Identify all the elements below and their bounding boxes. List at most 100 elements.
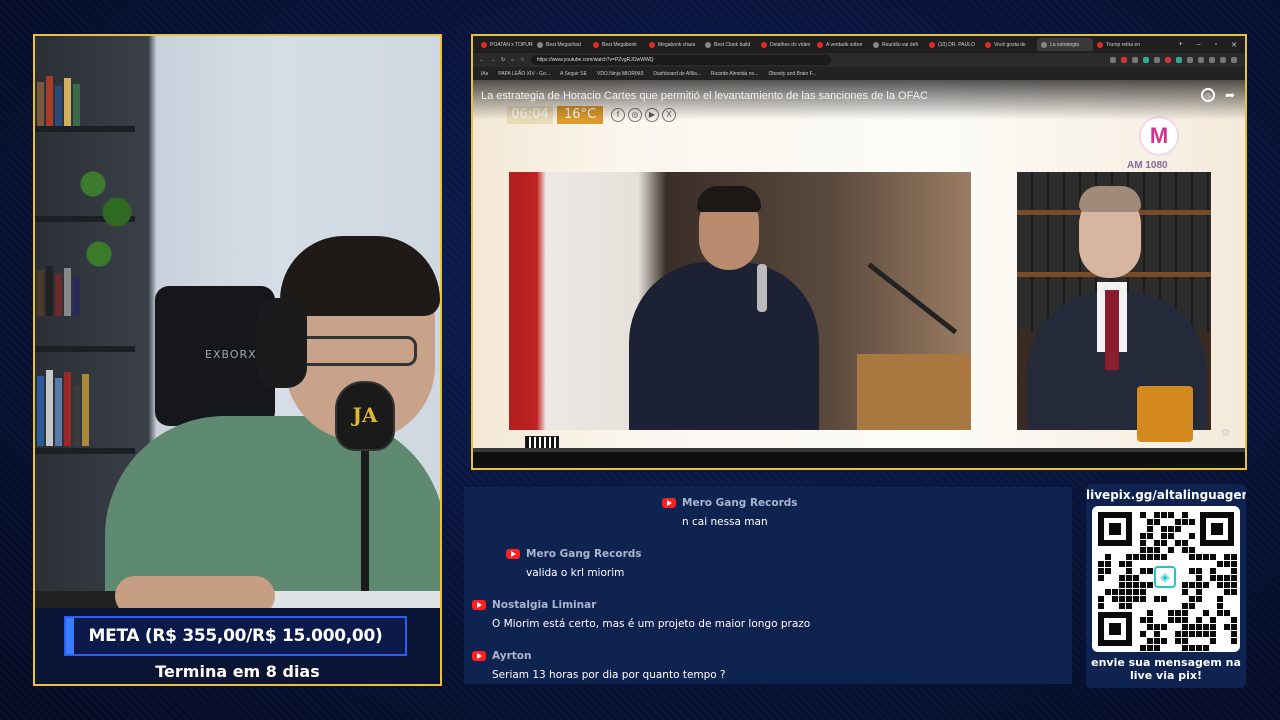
browser-tab[interactable]: Best Megabonk (589, 38, 645, 51)
qr-module (1231, 575, 1237, 581)
tab-favicon-icon (985, 41, 991, 48)
qr-finder (1200, 512, 1234, 546)
bookmark-item[interactable]: A Seguir SE (560, 71, 587, 77)
qr-module (1140, 554, 1146, 560)
video-player[interactable]: 06:04 16°C f◎▶X M AM 1080 La estrategia … (473, 80, 1245, 452)
streamer-hair (280, 236, 440, 316)
browser-tab[interactable]: La estrategia (1037, 38, 1093, 51)
qr-module (1126, 561, 1132, 567)
tab-favicon-icon (1097, 41, 1103, 48)
chat-text: n cai nessa man (682, 516, 768, 528)
extension-icon[interactable] (1121, 57, 1127, 63)
extension-icon[interactable] (1209, 57, 1215, 63)
browser-tab[interactable]: Você gosta de (981, 38, 1037, 51)
browser-tab[interactable]: A verdade sobre (813, 38, 869, 51)
bookmark-item[interactable]: Dashboard de Afilia... (653, 71, 701, 77)
browser-tab[interactable]: POATAN x TOPURIA (477, 38, 533, 51)
qr-module (1154, 638, 1160, 644)
qr-module (1168, 533, 1174, 539)
qr-module (1182, 589, 1188, 595)
donation-goal-label: META (R$ 355,00/R$ 15.000,00) (88, 626, 383, 646)
video-title[interactable]: La estrategia de Horacio Cartes que perm… (481, 90, 928, 102)
tab-label: Você gosta de (994, 41, 1026, 48)
qr-module (1175, 617, 1181, 623)
browser-tab[interactable]: Best Megachad (533, 38, 589, 51)
back-icon[interactable]: ← (479, 57, 484, 63)
qr-module (1196, 554, 1202, 560)
extension-icon[interactable] (1132, 57, 1138, 63)
settings-icon[interactable]: ⚙ (1221, 428, 1235, 442)
share-icon[interactable]: ➦ (1223, 88, 1237, 102)
qr-module (1154, 554, 1160, 560)
qr-module (1161, 638, 1167, 644)
browser-tab[interactable]: Reunião vai defi (869, 38, 925, 51)
browser-tab[interactable]: (10) DR. PAULO (925, 38, 981, 51)
tab-label: Reunião vai defi (882, 41, 918, 48)
minimize-icon[interactable]: – (1197, 41, 1201, 49)
chat-author: Mero Gang Records (526, 548, 642, 560)
extension-icon[interactable] (1165, 57, 1171, 63)
qr-module (1224, 624, 1230, 630)
qr-finder (1098, 612, 1132, 646)
extension-icon[interactable] (1110, 57, 1116, 63)
qr-module (1189, 645, 1195, 651)
qr-module (1126, 568, 1132, 574)
qr-module (1224, 582, 1230, 588)
url-input[interactable]: https://www.youtube.com/watch?v=PZvgRJOw… (530, 55, 831, 65)
browser-tab[interactable]: Megabonk chara (645, 38, 701, 51)
tab-favicon-icon (593, 41, 599, 48)
extension-icon[interactable] (1220, 57, 1226, 63)
reload-icon[interactable]: ↻ (501, 57, 505, 63)
speaker-feed (509, 172, 971, 430)
qr-module (1210, 638, 1216, 644)
tab-favicon-icon (481, 41, 487, 48)
qr-module (1203, 645, 1209, 651)
browser-window: POATAN x TOPURIA Best Megachad Best Megabo… (471, 34, 1247, 470)
qr-module (1154, 645, 1160, 651)
bookmark-star-icon[interactable]: ☆ (520, 57, 524, 63)
qr-module (1168, 617, 1174, 623)
extension-icon[interactable] (1176, 57, 1182, 63)
extension-icon[interactable] (1154, 57, 1160, 63)
home-icon[interactable]: ⌂ (511, 57, 514, 63)
chat-author: Mero Gang Records (682, 497, 798, 509)
qr-module (1154, 512, 1160, 518)
mic-logo: JA (352, 403, 378, 427)
tab-favicon-icon (873, 41, 879, 48)
video-progress-bar[interactable] (473, 448, 1245, 452)
qr-module (1182, 638, 1188, 644)
qr-module (1168, 610, 1174, 616)
bookmark-item[interactable]: PAPA LEÃO XIV - Go... (498, 71, 550, 77)
bookmark-item[interactable]: VDO.Ninja MIORIM3 (597, 71, 643, 77)
qr-module (1133, 575, 1139, 581)
tab-favicon-icon (761, 41, 767, 48)
qr-module (1147, 519, 1153, 525)
qr-module (1217, 575, 1223, 581)
extension-icon[interactable] (1143, 57, 1149, 63)
extension-icon[interactable] (1187, 57, 1193, 63)
qr-module (1189, 596, 1195, 602)
menu-icon[interactable] (1231, 57, 1237, 63)
forward-icon[interactable]: → (490, 57, 495, 63)
maximize-icon[interactable]: ▫ (1215, 41, 1217, 49)
extension-icon[interactable] (1198, 57, 1204, 63)
browser-tab[interactable]: Best Clank build (701, 38, 757, 51)
bookmark-item[interactable]: IAs (481, 71, 488, 77)
watch-later-icon[interactable]: ◷ (1201, 88, 1215, 102)
qr-module (1119, 596, 1125, 602)
browser-tab[interactable]: Detalhes do vídeo (757, 38, 813, 51)
qr-module (1189, 554, 1195, 560)
qr-module (1147, 568, 1153, 574)
pix-qr-code: ◈ (1092, 506, 1240, 652)
new-tab-icon[interactable]: + (1179, 41, 1183, 49)
close-icon[interactable]: ✕ (1231, 41, 1237, 49)
qr-module (1182, 540, 1188, 546)
chat-text: valida o krl miorim (526, 567, 625, 579)
bookmark-item[interactable]: Ricardo Almeida no... (711, 71, 759, 77)
qr-module (1133, 554, 1139, 560)
browser-tab[interactable]: Trump retira en (1093, 38, 1149, 51)
qr-finder (1098, 512, 1132, 546)
bookmark-item[interactable]: Obesity and Brain F... (768, 71, 816, 77)
qr-module (1105, 589, 1111, 595)
qr-module (1147, 638, 1153, 644)
